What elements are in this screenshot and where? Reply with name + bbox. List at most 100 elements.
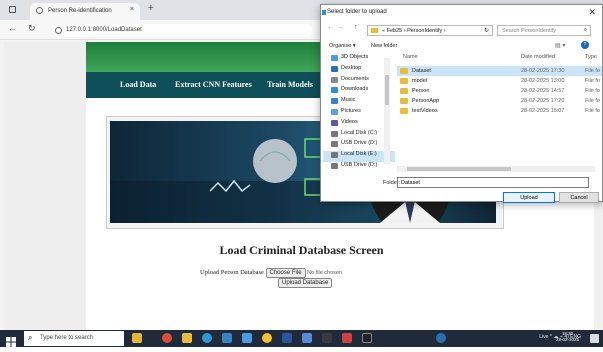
tree-item-label: Pictures [341, 107, 361, 114]
dialog-path-text: « Feb25 › PersonIdentify › [382, 28, 446, 34]
nav-extract-cnn-features[interactable]: Extract CNN Features [175, 80, 252, 89]
column-header-date[interactable]: Date modified [521, 54, 555, 64]
tree-item-icon [331, 108, 338, 115]
page-left-margin [4, 42, 86, 330]
folder-icon [400, 68, 408, 74]
file-list-hscroll-thumb[interactable] [407, 167, 511, 171]
file-row[interactable]: Dataset 28-02-2025 17:30 File fo [397, 66, 602, 76]
paint-icon[interactable] [342, 333, 352, 343]
tree-item-label: Local Disk (C:) [341, 129, 378, 136]
tree-item-label: USB Drive (D:) [341, 161, 378, 168]
edge-icon[interactable] [202, 333, 212, 343]
file-row[interactable]: PersonApp 28-02-2025 17:20 File fo [397, 96, 602, 106]
url-field[interactable]: 127.0.0.1:8000/LoadDataset [52, 24, 312, 37]
dialog-app-icon [322, 10, 326, 15]
file-explorer-icon[interactable] [182, 333, 192, 343]
tree-item-label: Desktop [341, 64, 362, 71]
start-button[interactable] [6, 334, 16, 347]
tree-item-icon [331, 130, 338, 137]
app-icon[interactable] [242, 333, 252, 343]
path-refresh-icon[interactable]: ↻ [484, 27, 489, 34]
file-name: Dataset [412, 68, 431, 74]
file-row[interactable]: Person 28-02-2025 14:57 File fo [397, 86, 602, 96]
taskbar-clock[interactable]: 18:30 28-02-2025 [556, 331, 579, 343]
dialog-up-icon[interactable]: ↑ [354, 24, 358, 31]
choose-file-button[interactable]: Choose File [265, 268, 306, 278]
word-icon[interactable] [282, 333, 292, 343]
tree-item-label: 3D Objects [341, 54, 369, 60]
file-row[interactable]: model 28-02-2025 13:00 File fo [397, 76, 602, 86]
dialog-forward-icon[interactable]: → [337, 24, 344, 31]
weather-icon[interactable] [436, 333, 446, 343]
tab-title: Person Re-identification [48, 8, 112, 14]
info-icon[interactable] [55, 27, 62, 34]
upload-label: Upload Person Database [200, 269, 264, 276]
dialog-toolbar: Organise ▾ New folder ▤ ▾ ? [321, 40, 603, 53]
store-icon[interactable] [222, 333, 232, 343]
tree-item-label: Music [341, 97, 356, 104]
file-type: File fo [585, 88, 600, 94]
tree-scroll-thumb[interactable] [385, 75, 389, 105]
browser-tab[interactable]: Person Re-identification × [30, 3, 140, 20]
tree-item-label: Local Disk (E:) [341, 151, 377, 158]
reload-icon[interactable]: ↻ [28, 23, 36, 34]
tree-item-icon [331, 119, 338, 126]
column-header-type[interactable]: Type [585, 54, 597, 64]
dialog-upload-button[interactable]: Upload [503, 192, 555, 203]
tree-item-label: Downloads [341, 86, 369, 93]
dialog-title: Select folder to upload [327, 9, 387, 15]
cmd-icon[interactable] [362, 333, 372, 343]
search-icon: ⌕ [28, 333, 33, 342]
upload-form: Upload Person Database Choose File No fi… [200, 268, 343, 288]
nav-train-models[interactable]: Train Models [267, 80, 313, 89]
tab-close-icon[interactable]: × [130, 6, 134, 13]
dialog-close-icon[interactable]: ✕ [588, 7, 596, 18]
new-folder-button[interactable]: New folder [371, 43, 397, 49]
folder-icon [400, 98, 408, 104]
clock-date: 28-02-2025 [556, 337, 580, 342]
folder-icon [371, 28, 378, 33]
dialog-cancel-button[interactable]: Cancel [559, 192, 599, 203]
upload-database-button[interactable]: Upload Database [278, 278, 333, 288]
tree-scrollbar[interactable] [384, 58, 390, 164]
terminal-icon[interactable] [322, 333, 332, 343]
dialog-file-list: Name Date modified Type Dataset 28-02-202… [397, 54, 602, 172]
dialog-nav-bar: ← → ↑ « Feb25 › PersonIdentify › ↻ Searc… [321, 22, 603, 38]
notification-icon[interactable] [590, 334, 599, 343]
chrome-app-icon[interactable] [262, 333, 272, 343]
tree-item-label: USB Drive (D:) [341, 140, 378, 147]
dialog-path-field[interactable]: « Feb25 › PersonIdentify › ↻ [367, 25, 493, 36]
tree-item-icon [331, 98, 338, 105]
file-date: 28-02-2025 17:30 [521, 68, 565, 74]
tree-item-icon [331, 55, 338, 61]
folder-name-input[interactable]: Dataset [397, 177, 589, 188]
tab-actions-icon[interactable] [9, 6, 16, 13]
folder-icon [400, 108, 408, 114]
dialog-back-icon[interactable]: ← [327, 24, 334, 31]
organise-menu[interactable]: Organise ▾ [329, 43, 356, 49]
task-view-icon[interactable] [132, 333, 142, 343]
url-text: 127.0.0.1:8000/LoadDataset [66, 27, 142, 33]
file-date: 28-02-2025 13:00 [521, 78, 565, 84]
chrome-icon[interactable] [162, 333, 172, 343]
taskbar-search-placeholder: Type here to search [40, 335, 94, 341]
notepad-icon[interactable] [302, 333, 312, 343]
no-file-text: No file chosen [307, 270, 343, 276]
help-icon[interactable]: ? [581, 41, 589, 49]
column-header-name[interactable]: Name [403, 54, 418, 64]
taskbar-search-input[interactable]: ⌕ Type here to search [24, 331, 124, 346]
back-arrow-icon[interactable]: ← [8, 23, 17, 33]
file-date: 28-02-2025 15:07 [521, 108, 565, 114]
file-name: PersonApp [412, 98, 440, 104]
file-row[interactable]: testVideos 28-02-2025 15:07 File fo [397, 106, 602, 116]
file-type: File fo [585, 108, 600, 114]
tree-item-icon [331, 65, 338, 72]
dialog-search-input[interactable]: Search PersonIdentify ⌕ [497, 25, 591, 36]
nav-load-data[interactable]: Load Data [120, 80, 156, 89]
dialog-search-placeholder: Search PersonIdentify [502, 28, 557, 34]
new-tab-button[interactable]: + [148, 3, 154, 14]
file-date: 28-02-2025 17:20 [521, 98, 565, 104]
tree-item-icon [331, 152, 338, 159]
view-options-icon[interactable]: ▤ ▾ [555, 42, 565, 49]
folder-icon [400, 78, 408, 84]
